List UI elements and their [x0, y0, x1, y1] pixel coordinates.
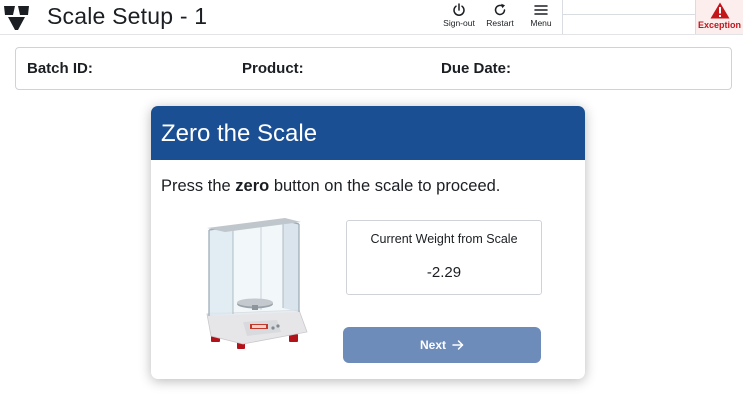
exception-label: Exception — [697, 20, 741, 30]
instruction-suffix: button on the scale to proceed. — [269, 177, 501, 195]
power-icon — [453, 3, 465, 16]
sign-out-label: Sign-out — [443, 18, 475, 28]
batch-id-field: Batch ID: — [27, 60, 99, 77]
restart-button[interactable]: Restart — [478, 2, 522, 32]
product-field: Product: — [242, 60, 310, 77]
exception-button[interactable]: Exception — [696, 0, 743, 34]
next-button[interactable]: Next — [343, 327, 541, 363]
current-weight-box: Current Weight from Scale -2.29 — [346, 220, 542, 295]
sign-out-button[interactable]: Sign-out — [437, 2, 481, 32]
panel-header: Zero the Scale — [151, 106, 585, 160]
top-bar-field — [563, 0, 695, 15]
instruction-text: Press the zero button on the scale to pr… — [161, 177, 500, 196]
menu-label: Menu — [530, 18, 552, 28]
analytical-balance-image — [206, 218, 308, 349]
page-title: Scale Setup - 1 — [47, 3, 208, 29]
zero-scale-panel: Zero the Scale Press the zero button on … — [151, 106, 585, 379]
app-logo-icon — [4, 6, 29, 30]
top-bar: Scale Setup - 1 Sign-out Restart Menu Ex… — [0, 0, 743, 35]
next-button-label: Next — [419, 338, 446, 352]
warning-icon — [710, 2, 729, 19]
hamburger-icon — [534, 5, 548, 15]
product-label: Product: — [242, 60, 304, 77]
restart-label: Restart — [486, 18, 514, 28]
batch-info-card: Batch ID: Product: Due Date: — [15, 47, 732, 90]
due-date-field: Due Date: — [441, 60, 517, 77]
due-date-label: Due Date: — [441, 60, 512, 77]
menu-button[interactable]: Menu — [519, 2, 563, 32]
current-weight-label: Current Weight from Scale — [370, 232, 518, 246]
current-weight-value: -2.29 — [426, 264, 462, 281]
restart-icon — [494, 3, 506, 16]
arrow-right-icon — [452, 340, 464, 350]
batch-id-label: Batch ID: — [27, 60, 93, 77]
instruction-bold: zero — [235, 177, 270, 195]
instruction-prefix: Press the — [161, 177, 236, 195]
panel-title: Zero the Scale — [161, 120, 318, 147]
